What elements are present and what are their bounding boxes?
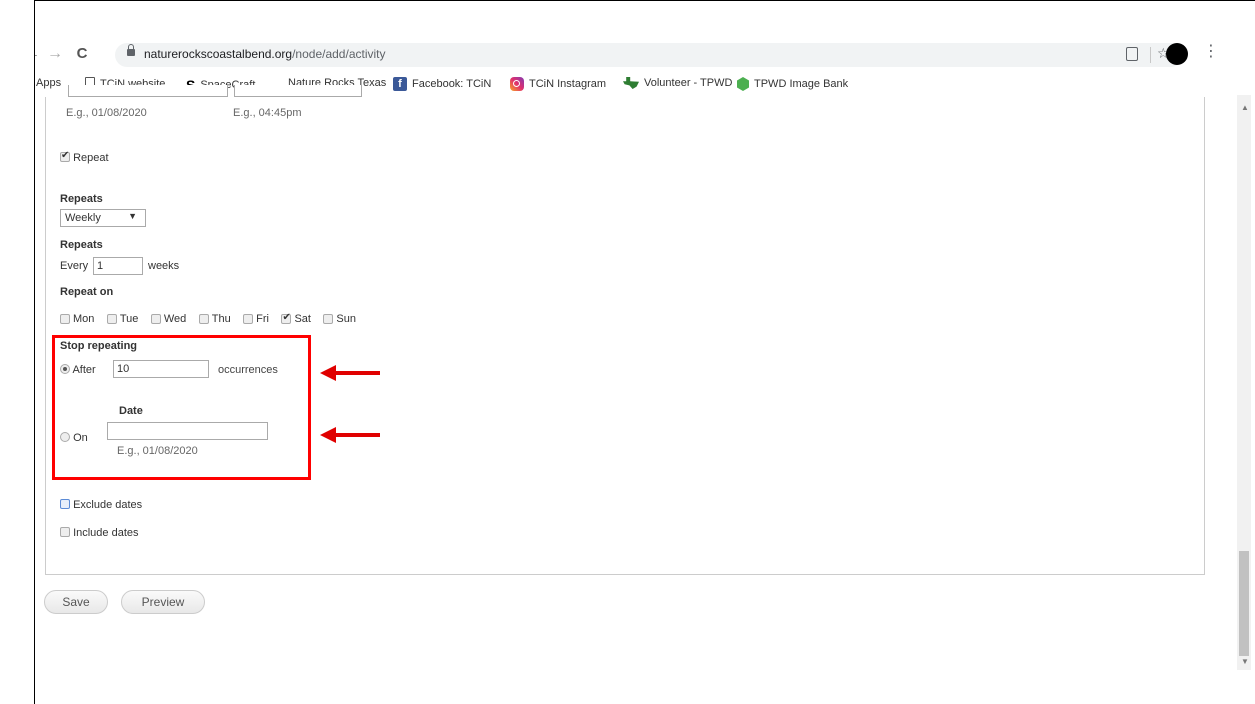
weekday-tue[interactable]: Tue [106,313,138,325]
repeats-interval-label: Repeats [60,239,103,251]
include-dates-checkbox[interactable] [60,527,70,537]
date-hint: E.g., 01/08/2020 [66,107,147,119]
reload-icon[interactable]: C [73,37,91,71]
repeats-selected-value: Weekly [65,212,101,224]
include-dates-label: Include dates [73,527,139,539]
instagram-icon [510,77,524,91]
start-date-input[interactable] [68,85,228,97]
start-time-input[interactable] [234,85,362,97]
bookmark-label: Volunteer - TPWD [644,77,733,89]
bookmark-volunteer-tpwd[interactable]: Volunteer - TPWD [623,77,732,89]
time-hint: E.g., 04:45pm [233,107,302,119]
weekday-checkbox[interactable] [198,314,209,324]
screenshot-frame: ← → C naturerockscoastalbend.org/node/ad… [34,0,1255,704]
bookmark-facebook[interactable]: f Facebook: TCiN [393,77,491,91]
bookmark-apps[interactable]: Apps [35,77,62,89]
weekday-wed[interactable]: Wed [150,313,186,325]
weekday-checkbox[interactable] [150,314,161,324]
annotation-arrow-on [320,427,380,443]
weekday-checkbox[interactable] [281,312,292,324]
bookmark-label: Apps [36,77,62,89]
bookmark-instagram[interactable]: TCiN Instagram [510,77,606,91]
preview-button[interactable]: Preview [121,590,205,614]
weekday-checkbox[interactable] [243,314,254,324]
facebook-icon: f [393,77,407,91]
browser-menu-icon[interactable]: ⋮ [1203,41,1219,61]
scrollbar-thumb[interactable] [1239,551,1249,656]
address-bar[interactable]: naturerockscoastalbend.org/node/add/acti… [115,43,1183,67]
back-icon[interactable]: ← [35,37,41,71]
browser-toolbar: ← → C naturerockscoastalbend.org/node/ad… [35,37,1255,71]
tpwd-icon [737,77,749,91]
interval-input[interactable]: 1 [93,257,143,275]
weekday-mon[interactable]: Mon [60,313,94,325]
weeks-label: weeks [148,260,180,272]
exclude-dates-checkbox[interactable] [60,499,70,509]
exclude-dates-label: Exclude dates [73,499,143,511]
repeats-label: Repeats [60,193,103,205]
repeat-checkbox-row[interactable]: Repeat [60,150,109,164]
highlight-box [52,335,311,480]
texas-icon [623,77,639,89]
bookmark-label: TCiN Instagram [529,78,607,90]
include-dates-row[interactable]: Include dates [60,527,139,539]
weekday-sat[interactable]: Sat [281,312,311,325]
weekday-checkbox[interactable] [60,314,70,324]
url-text: naturerockscoastalbend.org/node/add/acti… [144,47,386,61]
annotation-arrow-after [320,365,380,381]
weekday-fri[interactable]: Fri [243,313,269,325]
weekday-checkboxes: Mon Tue Wed Thu Fri Sat Sun [60,311,364,329]
profile-avatar[interactable] [1166,43,1188,65]
forward-icon[interactable]: → [46,37,64,71]
scroll-up-icon[interactable]: ▲ [1241,103,1249,112]
lock-icon [127,44,135,56]
page-scrollbar[interactable]: ▲ ▼ [1237,95,1251,670]
scroll-down-icon[interactable]: ▼ [1241,657,1249,666]
bookmark-tpwd-image-bank[interactable]: TPWD Image Bank [737,77,848,91]
weekday-sun[interactable]: Sun [323,313,356,325]
weekday-checkbox[interactable] [106,314,117,324]
reading-list-icon[interactable] [1126,47,1138,61]
dropdown-caret-icon: ▼ [128,211,137,221]
bookmark-label: TPWD Image Bank [754,78,849,90]
toolbar-divider [1150,47,1151,63]
repeats-select[interactable]: Weekly ▼ [60,209,146,227]
exclude-dates-row[interactable]: Exclude dates [60,499,142,511]
repeat-checkbox[interactable] [60,150,70,162]
bookmark-label: Facebook: TCiN [412,78,492,90]
repeat-label: Repeat [73,152,109,164]
save-button[interactable]: Save [44,590,108,614]
repeat-on-label: Repeat on [60,286,114,298]
weekday-thu[interactable]: Thu [198,313,231,325]
every-label: Every [60,260,89,272]
weekday-checkbox[interactable] [323,314,334,324]
